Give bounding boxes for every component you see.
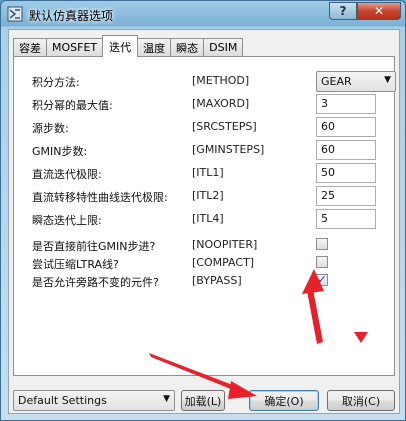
maxord-input[interactable]: 3 [316,94,376,114]
gminsteps-input[interactable]: 60 [316,140,376,160]
option-label: 源步数: [32,122,69,135]
option-row-itl2: 直流转移特性曲线迭代极限: [ITL2] 25 [14,186,394,206]
option-row-srcsteps: 源步数: [SRCSTEPS] 60 [14,117,394,137]
settings-value: Default Settings [18,394,107,407]
itl2-input[interactable]: 25 [316,186,376,206]
option-row-itl1: 直流迭代极限: [ITL1] 50 [14,163,394,183]
tab-dsim[interactable]: DSIM [203,38,244,56]
srcsteps-input[interactable]: 60 [316,117,376,137]
tab-strip: 容差 MOSFET 迭代 温度 瞬态 DSIM [13,35,244,57]
close-button[interactable]: ✕ [357,2,401,20]
option-label: 尝试压缩LTRA线? [32,258,119,271]
tab-temperature[interactable]: 温度 [137,38,172,56]
option-label: 是否直接前往GMIN步进? [32,240,156,253]
option-key: [BYPASS] [192,274,242,287]
chevron-down-icon: ▼ [384,75,391,85]
option-row-noopiter: 是否直接前往GMIN步进? [NOOPITER] [14,235,394,255]
option-row-compact: 尝试压缩LTRA线? [COMPACT] [14,253,394,273]
option-key: [MAXORD] [192,97,250,110]
option-label: 积分方法: [32,76,80,89]
window-title: 默认仿真器选项 [29,9,114,23]
ok-button[interactable]: 确定(O) [249,390,319,411]
option-row-bypass: 是否允许旁路不变的元件? [BYPASS] ✓ [14,271,394,291]
iteration-panel: 积分方法: [METHOD] GEAR ▼ 积分幂的最大值: [MAXORD] … [13,56,396,376]
option-key: [METHOD] [192,74,250,87]
chevron-down-icon: ▼ [163,394,170,404]
option-key: [SRCSTEPS] [192,120,257,133]
tab-mosfet[interactable]: MOSFET [46,38,104,56]
option-key: [NOOPITER] [192,238,258,251]
check-mark-icon: ✓ [317,273,327,286]
option-label: 是否允许旁路不变的元件? [32,276,159,289]
compact-checkbox[interactable] [316,256,328,268]
tab-transient[interactable]: 瞬态 [170,38,205,56]
option-label: 积分幂的最大值: [32,99,113,112]
bypass-checkbox[interactable]: ✓ [316,274,328,286]
method-value: GEAR [321,75,352,88]
option-row-method: 积分方法: [METHOD] GEAR ▼ [14,71,396,92]
cancel-button[interactable]: 取消(C) [327,390,395,411]
option-row-gminsteps: GMIN步数: [GMINSTEPS] 60 [14,140,394,160]
option-label: GMIN步数: [32,145,88,158]
tab-iteration[interactable]: 迭代 [102,35,139,57]
method-select[interactable]: GEAR ▼ [316,71,396,92]
option-key: [ITL4] [192,212,224,225]
noopiter-checkbox[interactable] [316,238,328,250]
itl1-input[interactable]: 50 [316,163,376,183]
title-bar[interactable]: 默认仿真器选项 ? ✕ [1,1,405,29]
option-key: [ITL1] [192,166,224,179]
settings-select[interactable]: Default Settings ▼ [13,390,175,411]
option-label: 直流转移特性曲线迭代极限: [32,191,168,204]
option-row-itl4: 瞬态迭代上限: [ITL4] 5 [14,209,394,229]
help-button[interactable]: ? [329,2,357,20]
app-icon [7,6,23,22]
option-row-maxord: 积分幂的最大值: [MAXORD] 3 [14,94,394,114]
tab-tolerance[interactable]: 容差 [13,38,47,56]
load-button[interactable]: 加载(L) [181,390,225,411]
option-key: [ITL2] [192,189,224,202]
option-key: [GMINSTEPS] [192,143,265,156]
option-label: 瞬态迭代上限: [32,214,102,227]
option-key: [COMPACT] [192,256,255,269]
option-label: 直流迭代极限: [32,168,102,181]
dialog-window: 默认仿真器选项 ? ✕ 容差 MOSFET 迭代 温度 瞬态 DSIM 积分方法… [0,0,406,421]
itl4-input[interactable]: 5 [316,209,376,229]
dialog-body: 容差 MOSFET 迭代 温度 瞬态 DSIM 积分方法: [METHOD] G… [8,29,400,414]
